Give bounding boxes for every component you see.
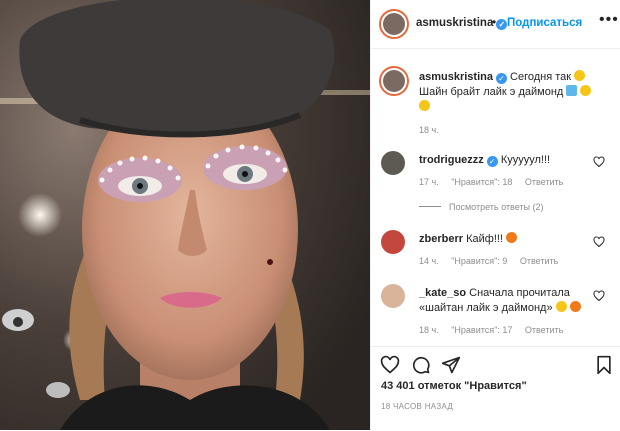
likes-count[interactable]: 43 401 отметок "Нравится" (381, 380, 527, 392)
comment-username[interactable]: _kate_so (419, 287, 466, 299)
heart-icon[interactable] (380, 355, 400, 375)
share-icon[interactable] (441, 355, 461, 375)
view-replies-label: Посмотреть ответы (2) (449, 202, 544, 212)
like-comment-icon[interactable] (593, 290, 605, 302)
post-panel: asmuskristina ✓ • Подписаться ••• asmuskr… (370, 0, 620, 430)
comment-avatar[interactable] (381, 284, 405, 308)
comment-text: zberberr Кайф!!! (419, 232, 518, 247)
comment-body: Сначала прочитала (469, 287, 570, 299)
instagram-post: asmuskristina ✓ • Подписаться ••• asmuskr… (0, 0, 620, 430)
comment-icon[interactable] (411, 355, 431, 375)
bookmark-icon[interactable] (595, 355, 613, 375)
comment-time[interactable]: 14 ч. (419, 256, 439, 266)
comment-time[interactable]: 17 ч. (419, 177, 439, 187)
comment-likes[interactable]: "Нравится": 17 (451, 325, 512, 335)
more-icon[interactable]: ••• (599, 11, 619, 29)
comment-likes[interactable]: "Нравится": 9 (451, 256, 507, 266)
comment-avatar[interactable] (381, 230, 405, 254)
comment-body: Кайф!!! (466, 233, 503, 245)
fire-emoji-icon (506, 232, 518, 243)
follow-button[interactable]: Подписаться (507, 17, 582, 29)
caption-text: asmuskristina ✓ Сегодня так Шайн брайт ла… (419, 70, 614, 115)
caption-meta: 18 ч. (419, 125, 449, 135)
reply-button[interactable]: Ответить (525, 325, 563, 335)
caption-line2: Шайн брайт лайк э даймонд (419, 86, 564, 98)
comment-meta: 18 ч. "Нравится": 17 Ответить (419, 325, 573, 335)
reply-button[interactable]: Ответить (520, 256, 558, 266)
comment-text: trodriguezzz ✓ Кууууул!!! (419, 153, 550, 168)
grin-emoji-icon (555, 301, 567, 312)
comment-body-line2: «шайтан лайк э даймонд» (419, 302, 553, 314)
comment-meta: 14 ч. "Нравится": 9 Ответить (419, 256, 568, 266)
posted-time[interactable]: 18 ЧАСОВ НАЗАД (381, 402, 453, 411)
caption-line1: Сегодня так (510, 71, 572, 83)
verified-icon: ✓ (486, 156, 498, 167)
author-username[interactable]: asmuskristina (416, 17, 493, 29)
verified-icon: ✓ (496, 19, 508, 30)
post-photo[interactable] (0, 0, 370, 430)
comment-likes[interactable]: "Нравится": 18 (451, 177, 512, 187)
caption-username[interactable]: asmuskristina (419, 71, 493, 83)
post-actions: 43 401 отметок "Нравится" 18 ЧАСОВ НАЗАД (371, 346, 620, 431)
replies-line (419, 206, 441, 207)
grin-emoji-icon (580, 85, 592, 96)
grin-emoji-icon (574, 70, 586, 81)
view-replies-button[interactable]: Посмотреть ответы (2) (419, 202, 544, 212)
caption-avatar[interactable] (379, 66, 409, 96)
separator-dot: • (492, 15, 497, 29)
selfie-image (0, 0, 370, 430)
grin-emoji-icon (419, 100, 430, 111)
comment-avatar[interactable] (381, 151, 405, 175)
fire-emoji-icon (569, 301, 581, 312)
comment-username[interactable]: zberberr (419, 233, 463, 245)
comment-time[interactable]: 18 ч. (419, 325, 439, 335)
author-avatar[interactable] (379, 9, 409, 39)
comment-body: Кууууул!!! (500, 154, 551, 166)
like-comment-icon[interactable] (593, 156, 605, 168)
comments-list: asmuskristina ✓ Сегодня так Шайн брайт ла… (371, 48, 620, 348)
comment-username[interactable]: trodriguezzz (419, 154, 484, 166)
comment-text: _kate_so Сначала прочитала «шайтан лайк … (419, 286, 599, 316)
caption-time[interactable]: 18 ч. (419, 125, 439, 135)
like-comment-icon[interactable] (593, 236, 605, 248)
reply-button[interactable]: Ответить (525, 177, 563, 187)
diamond-emoji-icon (566, 85, 578, 96)
likes-count-label: 43 401 отметок "Нравится" (381, 380, 527, 392)
verified-icon: ✓ (495, 73, 507, 84)
comment-meta: 17 ч. "Нравится": 18 Ответить (419, 177, 573, 187)
post-header: asmuskristina ✓ • Подписаться ••• (371, 0, 620, 49)
